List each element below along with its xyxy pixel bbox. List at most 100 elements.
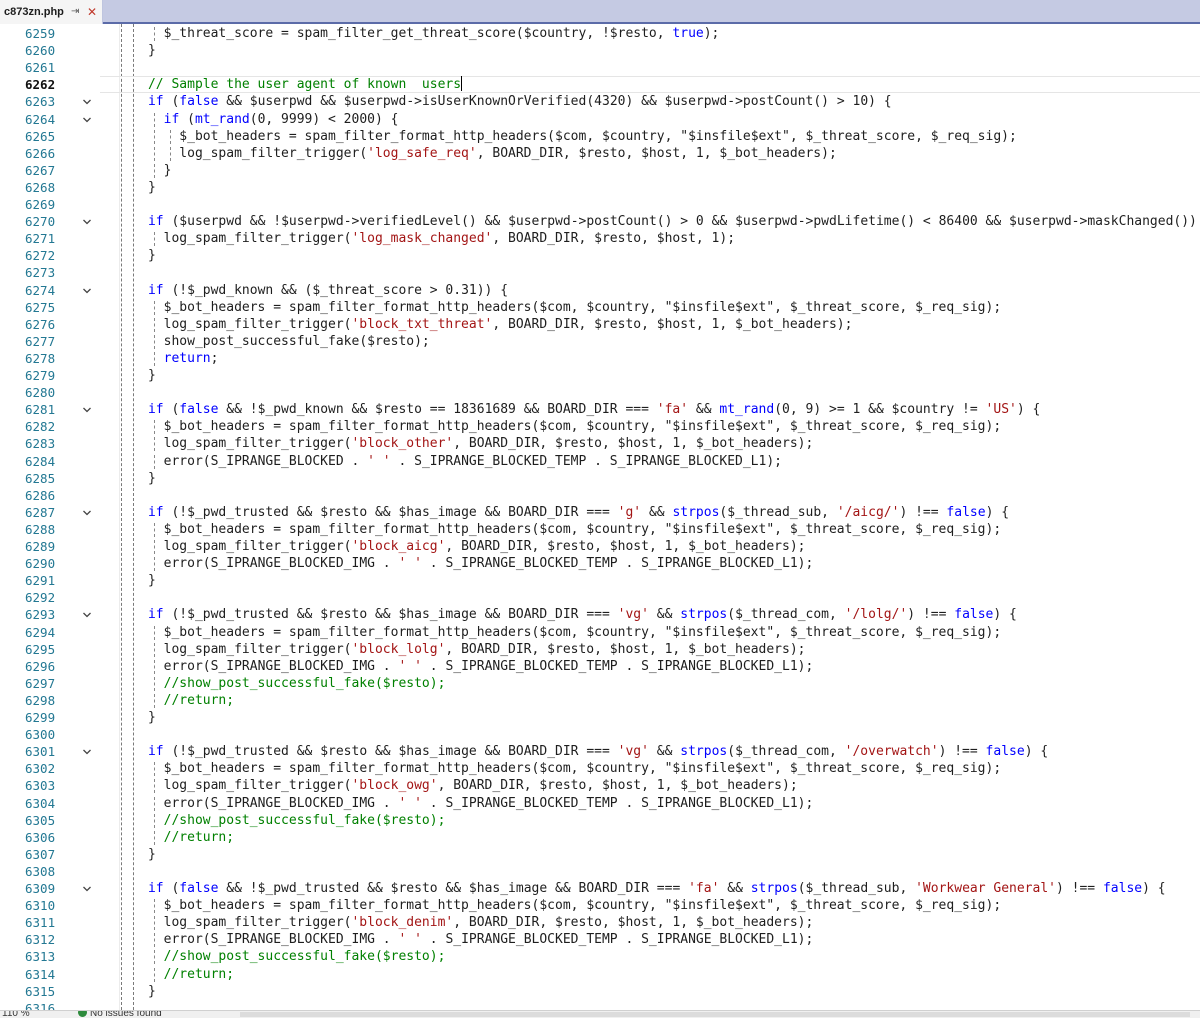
code-line[interactable]: 6297 //show_post_successful_fake($resto)… — [0, 675, 1200, 692]
code-line[interactable]: 6284 error(S_IPRANGE_BLOCKED . ' ' . S_I… — [0, 453, 1200, 470]
code-line[interactable]: 6300 — [0, 726, 1200, 743]
code-line[interactable]: 6276 log_spam_filter_trigger('block_txt_… — [0, 316, 1200, 333]
code-line[interactable]: 6296 error(S_IPRANGE_BLOCKED_IMG . ' ' .… — [0, 658, 1200, 675]
code-text[interactable]: //return; — [132, 829, 234, 846]
code-line[interactable]: 6267 } — [0, 162, 1200, 179]
close-icon[interactable]: ✕ — [87, 0, 97, 24]
code-line[interactable]: 6285 } — [0, 470, 1200, 487]
code-text[interactable]: //return; — [132, 692, 234, 709]
code-text[interactable]: error(S_IPRANGE_BLOCKED_IMG . ' ' . S_IP… — [132, 658, 814, 675]
code-line[interactable]: 6275 $_bot_headers = spam_filter_format_… — [0, 299, 1200, 316]
code-line[interactable]: 6265 $_bot_headers = spam_filter_format_… — [0, 128, 1200, 145]
code-text[interactable]: log_spam_filter_trigger('block_aicg', BO… — [132, 538, 806, 555]
code-text[interactable]: } — [132, 470, 156, 487]
code-line[interactable]: 6313 //show_post_successful_fake($resto)… — [0, 948, 1200, 965]
code-line[interactable]: 6304 error(S_IPRANGE_BLOCKED_IMG . ' ' .… — [0, 795, 1200, 812]
code-text[interactable]: } — [132, 709, 156, 726]
code-line[interactable]: 6286 — [0, 487, 1200, 504]
code-text[interactable]: error(S_IPRANGE_BLOCKED . ' ' . S_IPRANG… — [132, 453, 782, 470]
code-line[interactable]: 6312 error(S_IPRANGE_BLOCKED_IMG . ' ' .… — [0, 931, 1200, 948]
code-line[interactable]: 6260 } — [0, 42, 1200, 59]
code-line[interactable]: 6316 — [0, 1000, 1200, 1010]
code-text[interactable]: //show_post_successful_fake($resto); — [132, 948, 446, 965]
code-text[interactable]: } — [132, 572, 156, 589]
code-line[interactable]: 6291 } — [0, 572, 1200, 589]
code-text[interactable]: $_bot_headers = spam_filter_format_http_… — [132, 521, 1002, 538]
code-text[interactable]: log_spam_filter_trigger('block_other', B… — [132, 435, 814, 452]
code-text[interactable]: if (!$_pwd_trusted && $resto && $has_ima… — [132, 606, 1017, 623]
code-text[interactable]: log_spam_filter_trigger('log_safe_req', … — [132, 145, 837, 162]
code-text[interactable]: } — [132, 983, 156, 1000]
code-text[interactable]: $_bot_headers = spam_filter_format_http_… — [132, 418, 1002, 435]
code-text[interactable]: $_threat_score = spam_filter_get_threat_… — [132, 25, 720, 42]
code-line[interactable]: 6299 } — [0, 709, 1200, 726]
code-line[interactable]: 6282 $_bot_headers = spam_filter_format_… — [0, 418, 1200, 435]
code-text[interactable]: log_spam_filter_trigger('block_txt_threa… — [132, 316, 853, 333]
code-line[interactable]: 6314 //return; — [0, 966, 1200, 983]
code-text[interactable]: // Sample the user agent of known users — [132, 76, 463, 93]
code-line[interactable]: 6261 — [0, 59, 1200, 76]
fold-chevron-icon[interactable] — [82, 508, 92, 518]
code-line[interactable]: 6302 $_bot_headers = spam_filter_format_… — [0, 760, 1200, 777]
code-text[interactable]: $_bot_headers = spam_filter_format_http_… — [132, 624, 1002, 641]
code-editor[interactable]: 6259 $_threat_score = spam_filter_get_th… — [0, 24, 1200, 1010]
code-text[interactable]: return; — [132, 350, 219, 367]
code-text[interactable]: if (false && !$_pwd_trusted && $resto &&… — [132, 880, 1166, 897]
code-line[interactable]: 6270 if ($userpwd && !$userpwd->verified… — [0, 213, 1200, 230]
code-text[interactable]: error(S_IPRANGE_BLOCKED_IMG . ' ' . S_IP… — [132, 555, 814, 572]
code-line[interactable]: 6281 if (false && !$_pwd_known && $resto… — [0, 401, 1200, 418]
code-line[interactable]: 6290 error(S_IPRANGE_BLOCKED_IMG . ' ' .… — [0, 555, 1200, 572]
code-line[interactable]: 6294 $_bot_headers = spam_filter_format_… — [0, 624, 1200, 641]
code-line[interactable]: 6307 } — [0, 846, 1200, 863]
code-line[interactable]: 6268 } — [0, 179, 1200, 196]
code-text[interactable]: } — [132, 42, 156, 59]
horizontal-scrollbar[interactable] — [240, 1012, 1190, 1017]
fold-chevron-icon[interactable] — [82, 97, 92, 107]
code-line[interactable]: 6301 if (!$_pwd_trusted && $resto && $ha… — [0, 743, 1200, 760]
fold-chevron-icon[interactable] — [82, 115, 92, 125]
code-line[interactable]: 6272 } — [0, 247, 1200, 264]
pin-icon[interactable]: ⇥ — [71, 0, 79, 24]
code-line[interactable]: 6287 if (!$_pwd_trusted && $resto && $ha… — [0, 504, 1200, 521]
code-line[interactable]: 6292 — [0, 589, 1200, 606]
code-line[interactable]: 6308 — [0, 863, 1200, 880]
code-text[interactable]: if (mt_rand(0, 9999) < 2000) { — [132, 111, 399, 128]
code-line[interactable]: 6295 log_spam_filter_trigger('block_lolg… — [0, 641, 1200, 658]
code-line[interactable]: 6280 — [0, 384, 1200, 401]
code-text[interactable]: } — [132, 179, 156, 196]
code-text[interactable]: log_spam_filter_trigger('log_mask_change… — [132, 230, 735, 247]
code-line[interactable]: 6279 } — [0, 367, 1200, 384]
code-line[interactable]: 6289 log_spam_filter_trigger('block_aicg… — [0, 538, 1200, 555]
code-text[interactable]: $_bot_headers = spam_filter_format_http_… — [132, 760, 1002, 777]
code-text[interactable]: $_bot_headers = spam_filter_format_http_… — [132, 897, 1002, 914]
code-text[interactable]: if (!$_pwd_trusted && $resto && $has_ima… — [132, 743, 1048, 760]
code-text[interactable]: if ($userpwd && !$userpwd->verifiedLevel… — [132, 213, 1200, 230]
code-line[interactable]: 6293 if (!$_pwd_trusted && $resto && $ha… — [0, 606, 1200, 623]
code-line[interactable]: 6288 $_bot_headers = spam_filter_format_… — [0, 521, 1200, 538]
code-line[interactable]: 6277 show_post_successful_fake($resto); — [0, 333, 1200, 350]
code-text[interactable]: $_bot_headers = spam_filter_format_http_… — [132, 128, 1017, 145]
code-line[interactable]: 6298 //return; — [0, 692, 1200, 709]
code-line[interactable]: 6309 if (false && !$_pwd_trusted && $res… — [0, 880, 1200, 897]
code-line[interactable]: 6315 } — [0, 983, 1200, 1000]
code-line[interactable]: 6306 //return; — [0, 829, 1200, 846]
code-text[interactable]: } — [132, 367, 156, 384]
code-text[interactable]: error(S_IPRANGE_BLOCKED_IMG . ' ' . S_IP… — [132, 795, 814, 812]
code-text[interactable]: //show_post_successful_fake($resto); — [132, 812, 446, 829]
code-text[interactable]: } — [132, 846, 156, 863]
code-line[interactable]: 6264 if (mt_rand(0, 9999) < 2000) { — [0, 111, 1200, 128]
fold-chevron-icon[interactable] — [82, 747, 92, 757]
code-line[interactable]: 6259 $_threat_score = spam_filter_get_th… — [0, 25, 1200, 42]
code-line[interactable]: 6305 //show_post_successful_fake($resto)… — [0, 812, 1200, 829]
code-line[interactable]: 6269 — [0, 196, 1200, 213]
fold-chevron-icon[interactable] — [82, 286, 92, 296]
code-text[interactable]: log_spam_filter_trigger('block_owg', BOA… — [132, 777, 798, 794]
code-text[interactable]: if (!$_pwd_trusted && $resto && $has_ima… — [132, 504, 1009, 521]
code-line[interactable]: 6273 — [0, 264, 1200, 281]
code-line[interactable]: 6274 if (!$_pwd_known && ($_threat_score… — [0, 282, 1200, 299]
fold-chevron-icon[interactable] — [82, 405, 92, 415]
code-line[interactable]: 6283 log_spam_filter_trigger('block_othe… — [0, 435, 1200, 452]
code-text[interactable]: if (!$_pwd_known && ($_threat_score > 0.… — [132, 282, 508, 299]
code-line[interactable]: 6262 // Sample the user agent of known u… — [0, 76, 1200, 94]
code-line[interactable]: 6266 log_spam_filter_trigger('log_safe_r… — [0, 145, 1200, 162]
